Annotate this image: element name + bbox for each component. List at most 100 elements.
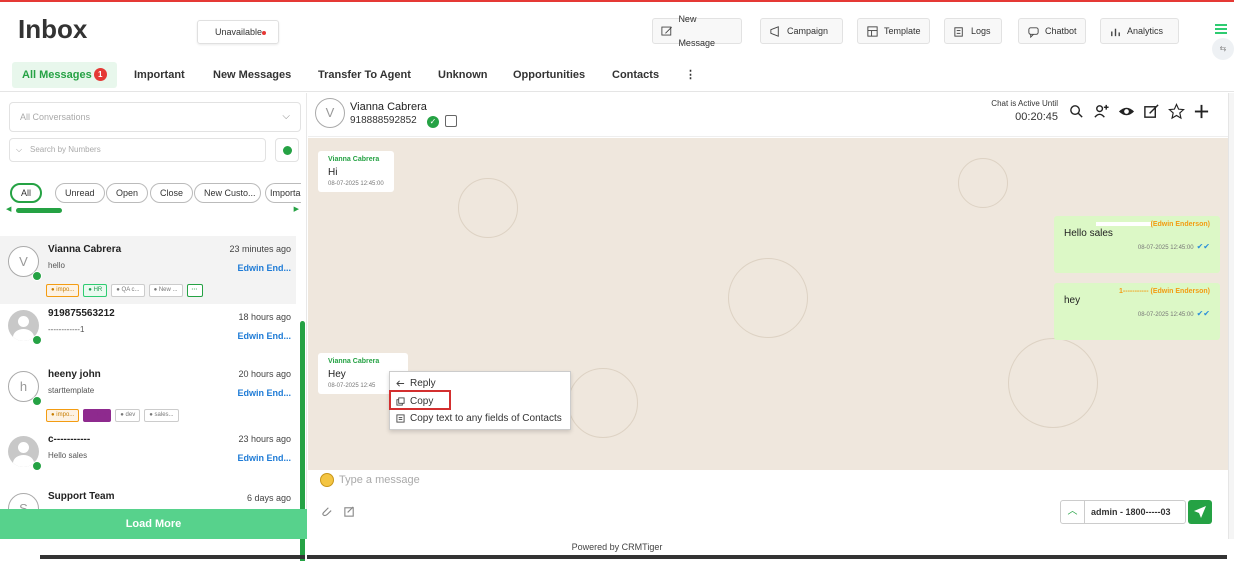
logs-button[interactable]: Logs — [944, 18, 1002, 44]
contact-name: 919875563212 — [48, 308, 115, 319]
chat-contact-number: 918888592852 — [350, 115, 417, 126]
context-menu-reply[interactable]: Reply — [393, 376, 436, 391]
tab-important[interactable]: Important — [124, 62, 195, 88]
tab-opportunities[interactable]: Opportunities — [503, 62, 595, 88]
chip-open[interactable]: Open — [106, 183, 149, 203]
message-timestamp: 08-07-2025 12:45:00 — [328, 181, 384, 187]
tag[interactable]: ● HR — [83, 284, 108, 297]
context-menu-copy-to-contacts[interactable]: Copy text to any fields of Contacts — [393, 411, 562, 426]
send-icon — [1194, 506, 1206, 518]
chip-scrollbar[interactable]: ◀ ▶ — [6, 205, 299, 214]
reply-label: Reply — [410, 378, 436, 389]
template-icon — [867, 25, 878, 37]
chatbot-button[interactable]: Chatbot — [1018, 18, 1086, 44]
conversation-item[interactable]: 919875563212 ------------1 18 hours ago … — [0, 300, 296, 368]
chat-actions — [1068, 103, 1210, 120]
campaign-button[interactable]: Campaign — [760, 18, 843, 44]
outgoing-message[interactable]: 1----------- (Edwin Enderson) hey 08-07-… — [1054, 283, 1220, 340]
chip-important[interactable]: Importar — [265, 183, 301, 203]
send-button[interactable] — [1188, 500, 1212, 524]
message-time: 6 days ago — [246, 493, 291, 503]
tabs-more-icon[interactable]: ⋮ — [675, 62, 706, 88]
last-message: starttemplate — [48, 386, 95, 395]
tab-unknown[interactable]: Unknown — [428, 62, 498, 88]
assigned-agent[interactable]: Edwin End... — [238, 453, 292, 463]
scrollbar-thumb[interactable] — [16, 208, 62, 213]
chip-close[interactable]: Close — [150, 183, 194, 203]
tab-all-messages[interactable]: All Messages 1 — [12, 62, 117, 88]
template-insert-icon[interactable] — [343, 505, 356, 518]
tag-list: ● impo... ● clerk ● dev ● sales... — [46, 409, 179, 422]
scroll-right-icon[interactable]: ▶ — [294, 205, 299, 213]
page-title: Inbox — [18, 14, 88, 44]
whatsapp-icon — [32, 271, 42, 281]
wallpaper-doodle — [1008, 338, 1098, 428]
tag[interactable]: ● New ... — [148, 284, 183, 297]
tag[interactable]: ● clerk — [83, 409, 112, 422]
tag[interactable]: ● impo... — [46, 284, 80, 297]
whatsapp-filter-button[interactable] — [275, 138, 299, 162]
eye-icon[interactable] — [1118, 103, 1135, 120]
whatsapp-icon — [32, 335, 42, 345]
plus-icon[interactable] — [1193, 103, 1210, 120]
emoji-icon[interactable] — [320, 473, 334, 487]
load-more-button[interactable]: Load More — [0, 509, 307, 539]
availability-label: Unavailable — [215, 27, 263, 37]
chevron-up-icon[interactable]: ︿ — [1061, 501, 1085, 523]
message-timestamp: 08-07-2025 12:45 — [328, 383, 376, 389]
search-icon[interactable] — [1068, 103, 1085, 120]
chat-header: V Vianna Cabrera 918888592852 ✓ Chat is … — [308, 93, 1234, 137]
star-icon[interactable] — [1168, 103, 1185, 120]
tab-new-messages[interactable]: New Messages — [203, 62, 301, 88]
wallpaper-doodle — [958, 158, 1008, 208]
contact-name: heeny john — [48, 369, 101, 380]
chip-all[interactable]: All — [10, 183, 43, 203]
chip-unread[interactable]: Unread — [55, 183, 105, 203]
copy-highlight-box — [389, 390, 451, 410]
tag[interactable]: ● QA c... — [111, 284, 145, 297]
chat-panel: V Vianna Cabrera 918888592852 ✓ Chat is … — [308, 93, 1234, 539]
analytics-icon — [1111, 28, 1120, 36]
more-tags-button[interactable]: ··· — [186, 284, 203, 297]
tag[interactable]: ● impo... — [46, 409, 80, 422]
outgoing-message[interactable]: (Edwin Enderson) Hello sales 08-07-2025 … — [1054, 216, 1220, 273]
assigned-agent[interactable]: Edwin End... — [238, 388, 292, 398]
analytics-button[interactable]: Analytics — [1100, 18, 1179, 44]
search-input[interactable]: ⌵ Search by Numbers — [9, 138, 266, 162]
incoming-message[interactable]: Vianna Cabrera Hi 08-07-2025 12:45:00 — [318, 151, 394, 192]
assigned-agent[interactable]: Edwin End... — [238, 263, 292, 273]
assignee-value: admin - 1800-----03 — [1091, 507, 1171, 517]
chat-active-timer: 00:20:45 — [1015, 111, 1058, 123]
conversation-item[interactable]: h heeny john starttemplate 20 hours ago … — [0, 361, 296, 429]
tab-transfer-to-agent[interactable]: Transfer To Agent — [308, 62, 421, 88]
message-sender: Vianna Cabrera — [328, 358, 380, 365]
contact-card-icon[interactable] — [445, 115, 457, 127]
tag[interactable]: ● dev — [115, 409, 141, 422]
bottom-bar — [307, 555, 1227, 559]
conversation-item[interactable]: V Vianna Cabrera hello 23 minutes ago Ed… — [0, 236, 296, 304]
attachment-icon[interactable] — [320, 505, 333, 518]
edit-icon[interactable] — [1143, 103, 1160, 120]
template-button[interactable]: Template — [857, 18, 930, 44]
chip-new-customer[interactable]: New Custo... — [194, 183, 261, 203]
tag[interactable]: ● sales... — [144, 409, 179, 422]
template-label: Template — [884, 26, 921, 36]
add-user-icon[interactable] — [1093, 103, 1110, 120]
hamburger-menu-icon[interactable] — [1215, 24, 1227, 34]
wallpaper-doodle — [568, 368, 638, 438]
availability-toggle[interactable]: Unavailable — [197, 20, 279, 44]
message-input[interactable]: Type a message — [339, 474, 420, 486]
message-time: 23 minutes ago — [229, 244, 291, 254]
scroll-left-icon[interactable]: ◀ — [6, 205, 11, 213]
conversation-filter-select[interactable]: All Conversations ⌵ — [9, 102, 301, 132]
crm-inbox-app: Inbox Unavailable New Message Campaign T… — [0, 0, 1234, 561]
read-receipt-icon: ✔✔ — [1196, 242, 1210, 251]
conversation-item[interactable]: S Support Team 6 days ago — [0, 483, 296, 509]
assignee-select[interactable]: ︿ admin - 1800-----03 — [1060, 500, 1186, 524]
chat-active-label: Chat is Active Until — [991, 99, 1058, 108]
new-message-label: New Message — [678, 14, 715, 48]
assigned-agent[interactable]: Edwin End... — [238, 331, 292, 341]
new-message-button[interactable]: New Message — [652, 14, 742, 48]
tab-contacts[interactable]: Contacts — [602, 62, 669, 88]
whatsapp-icon — [32, 396, 42, 406]
